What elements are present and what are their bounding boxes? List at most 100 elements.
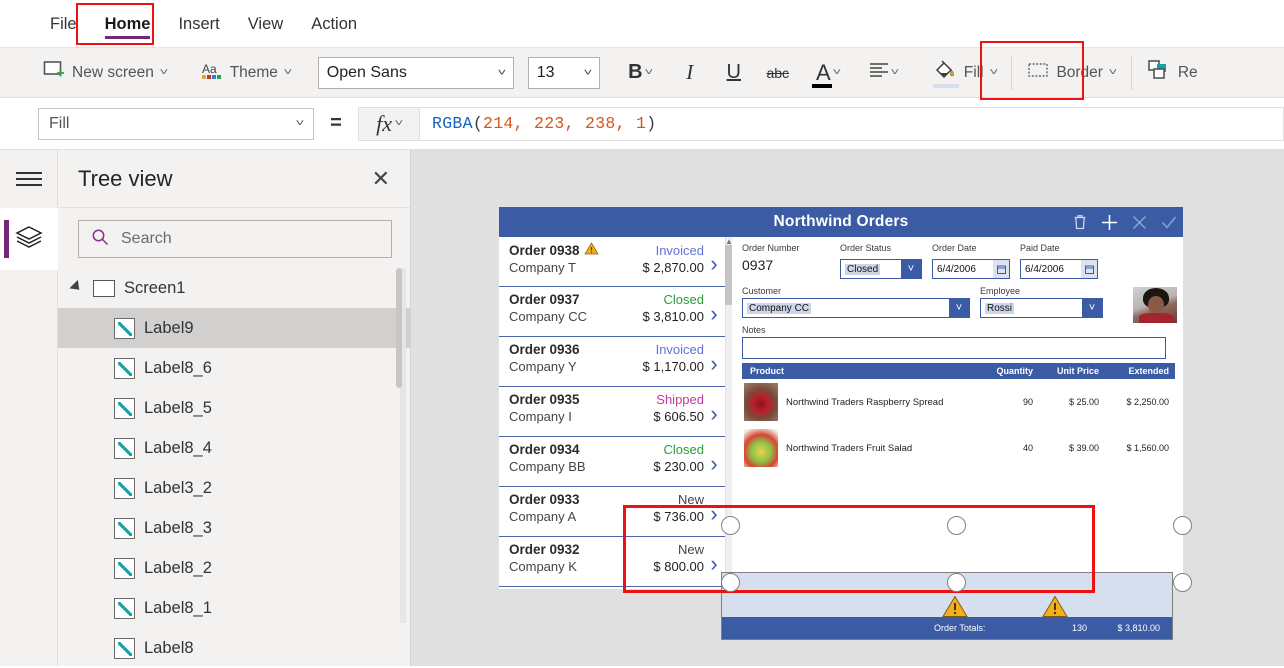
warning-icon [583, 242, 599, 258]
gallery-company: Company K [509, 559, 577, 574]
calendar-icon[interactable] [993, 260, 1009, 278]
align-button[interactable]: ˅ [856, 52, 912, 94]
confirm-icon[interactable] [1161, 215, 1177, 230]
add-icon[interactable] [1101, 214, 1118, 231]
product-extended: $ 2,250.00 [1126, 397, 1169, 407]
tree-scrollbar-thumb[interactable] [396, 268, 402, 388]
theme-button[interactable]: Aa Theme ˅ [192, 52, 300, 94]
resize-handle-bottom-left[interactable] [721, 573, 740, 592]
column-header-product: Product [750, 366, 785, 376]
font-color-button[interactable]: A ˅ [800, 52, 856, 94]
cancel-icon[interactable] [1132, 215, 1147, 230]
property-select[interactable]: Fill ˅ [38, 107, 314, 140]
gallery-item[interactable]: Order 0935 Shipped Company I $ 606.50 › [499, 387, 732, 437]
menu-item-home[interactable]: Home [91, 0, 165, 48]
tree-scrollbar-track[interactable] [396, 268, 406, 623]
delete-icon[interactable] [1073, 214, 1087, 230]
chevron-right-icon[interactable]: › [704, 392, 724, 436]
font-color-label: A [816, 59, 831, 85]
chevron-down-icon[interactable]: ˅ [901, 260, 921, 278]
order-status-field: Order Status Closed ˅ [840, 243, 922, 279]
underline-button[interactable]: U [712, 52, 756, 94]
ribbon-divider [1130, 55, 1132, 90]
menu-item-file[interactable]: File [36, 0, 91, 48]
tree-item-label3_2[interactable]: Label3_2 [58, 468, 410, 508]
gallery-company: Company Y [509, 359, 577, 374]
gallery-item[interactable]: Order 0933 New Company A $ 736.00 › [499, 487, 732, 537]
gallery-item[interactable]: Order 0934 Closed Company BB $ 230.00 › [499, 437, 732, 487]
new-screen-button[interactable]: New screen ˅ [34, 52, 176, 94]
formula-input[interactable]: RGBA(214, 223, 238, 1) [420, 106, 1284, 141]
app-preview[interactable]: Northwind Orders Order 0938 Invoiced Com… [499, 207, 1183, 640]
resize-handle-bottom-center[interactable] [947, 573, 966, 592]
chevron-right-icon[interactable]: › [704, 342, 724, 386]
tree-item-label8_4[interactable]: Label8_4 [58, 428, 410, 468]
menu-item-insert[interactable]: Insert [164, 0, 233, 48]
orders-gallery[interactable]: Order 0938 Invoiced Company T $ 2,870.00 [499, 237, 733, 589]
gallery-scrollbar-thumb[interactable] [725, 245, 732, 305]
border-button[interactable]: Border ˅ [1018, 52, 1124, 94]
product-row[interactable]: Northwind Traders Raspberry Spread 90 $ … [742, 379, 1175, 425]
calendar-icon[interactable] [1081, 260, 1097, 278]
tree-item-label8_2[interactable]: Label8_2 [58, 548, 410, 588]
resize-handle-top-left[interactable] [721, 516, 740, 535]
chevron-right-icon[interactable]: › [704, 292, 724, 336]
chevron-right-icon[interactable]: › [704, 442, 724, 486]
tree-view-search-row [58, 208, 410, 268]
order-status-dropdown[interactable]: Closed ˅ [840, 259, 922, 279]
menu-item-action[interactable]: Action [297, 0, 371, 48]
gallery-company: Company A [509, 509, 577, 524]
tree-item-label8_1[interactable]: Label8_1 [58, 588, 410, 628]
resize-handle-top-right[interactable] [1173, 516, 1192, 535]
reorder-icon [1147, 59, 1171, 86]
chevron-expanded-icon[interactable] [69, 279, 86, 297]
tree-item-label: Label3_2 [144, 478, 212, 497]
customer-dropdown[interactable]: Company CC ˅ [742, 298, 970, 318]
close-icon[interactable]: ✕ [372, 167, 390, 190]
strikethrough-button[interactable]: abc [756, 52, 800, 94]
fill-button[interactable]: Fill ˅ [924, 52, 1006, 94]
fx-button[interactable]: fx ˅ [358, 106, 420, 141]
border-icon [1027, 61, 1049, 84]
chevron-down-icon[interactable]: ˅ [1082, 299, 1102, 317]
resize-handle-bottom-right[interactable] [1173, 573, 1192, 592]
resize-handle-top-center[interactable] [947, 516, 966, 535]
order-date-input[interactable]: 6/4/2006 [932, 259, 1010, 279]
property-select-value: Fill [49, 114, 70, 132]
chevron-down-icon: ˅ [644, 67, 653, 78]
chevron-down-icon: ˅ [394, 118, 404, 129]
gallery-status: Invoiced [655, 242, 704, 258]
notes-label: Notes [742, 325, 766, 335]
chevron-down-icon: ˅ [295, 118, 305, 129]
product-row[interactable]: Northwind Traders Fruit Salad 40 $ 39.00… [742, 425, 1175, 471]
tree-item-label8_3[interactable]: Label8_3 [58, 508, 410, 548]
italic-button[interactable]: I [668, 52, 712, 94]
tree-item-label: Label8_5 [144, 398, 212, 417]
design-canvas[interactable]: Northwind Orders Order 0938 Invoiced Com… [411, 150, 1284, 666]
hamburger-menu-icon[interactable] [0, 150, 58, 208]
gallery-item[interactable]: Order 0938 Invoiced Company T $ 2,870.00 [499, 237, 732, 287]
search-box[interactable] [78, 220, 392, 258]
tree-item-label8_5[interactable]: Label8_5 [58, 388, 410, 428]
font-size-select[interactable]: 13 [527, 56, 600, 89]
tree-item-label8_6[interactable]: Label8_6 [58, 348, 410, 388]
gallery-item[interactable]: Order 0932 New Company K $ 800.00 › [499, 537, 732, 587]
tree-item-label9[interactable]: Label9 [58, 308, 410, 348]
menu-item-view[interactable]: View [234, 0, 297, 48]
tree-item-screen1[interactable]: Screen1 [58, 268, 410, 308]
font-family-select[interactable]: Open Sans [317, 56, 514, 89]
tree-item-label8[interactable]: Label8 [58, 628, 410, 668]
paid-date-input[interactable]: 6/4/2006 [1020, 259, 1098, 279]
notes-input[interactable] [742, 337, 1166, 359]
gallery-scrollbar-track[interactable]: ▲ ▼ [725, 237, 733, 589]
chevron-down-icon[interactable]: ˅ [949, 299, 969, 317]
bold-button[interactable]: B ˅ [612, 52, 668, 94]
tree-view-rail-button[interactable] [0, 208, 58, 270]
employee-dropdown[interactable]: Rossi ˅ [980, 298, 1103, 318]
gallery-item[interactable]: Order 0937 Closed Company CC $ 3,810.00 … [499, 287, 732, 337]
search-input[interactable] [119, 229, 379, 249]
reorder-button[interactable]: Re [1138, 52, 1207, 94]
chevron-right-icon[interactable]: › [704, 242, 724, 286]
tree-item-label: Label9 [144, 318, 194, 337]
gallery-item[interactable]: Order 0936 Invoiced Company Y $ 1,170.00… [499, 337, 732, 387]
